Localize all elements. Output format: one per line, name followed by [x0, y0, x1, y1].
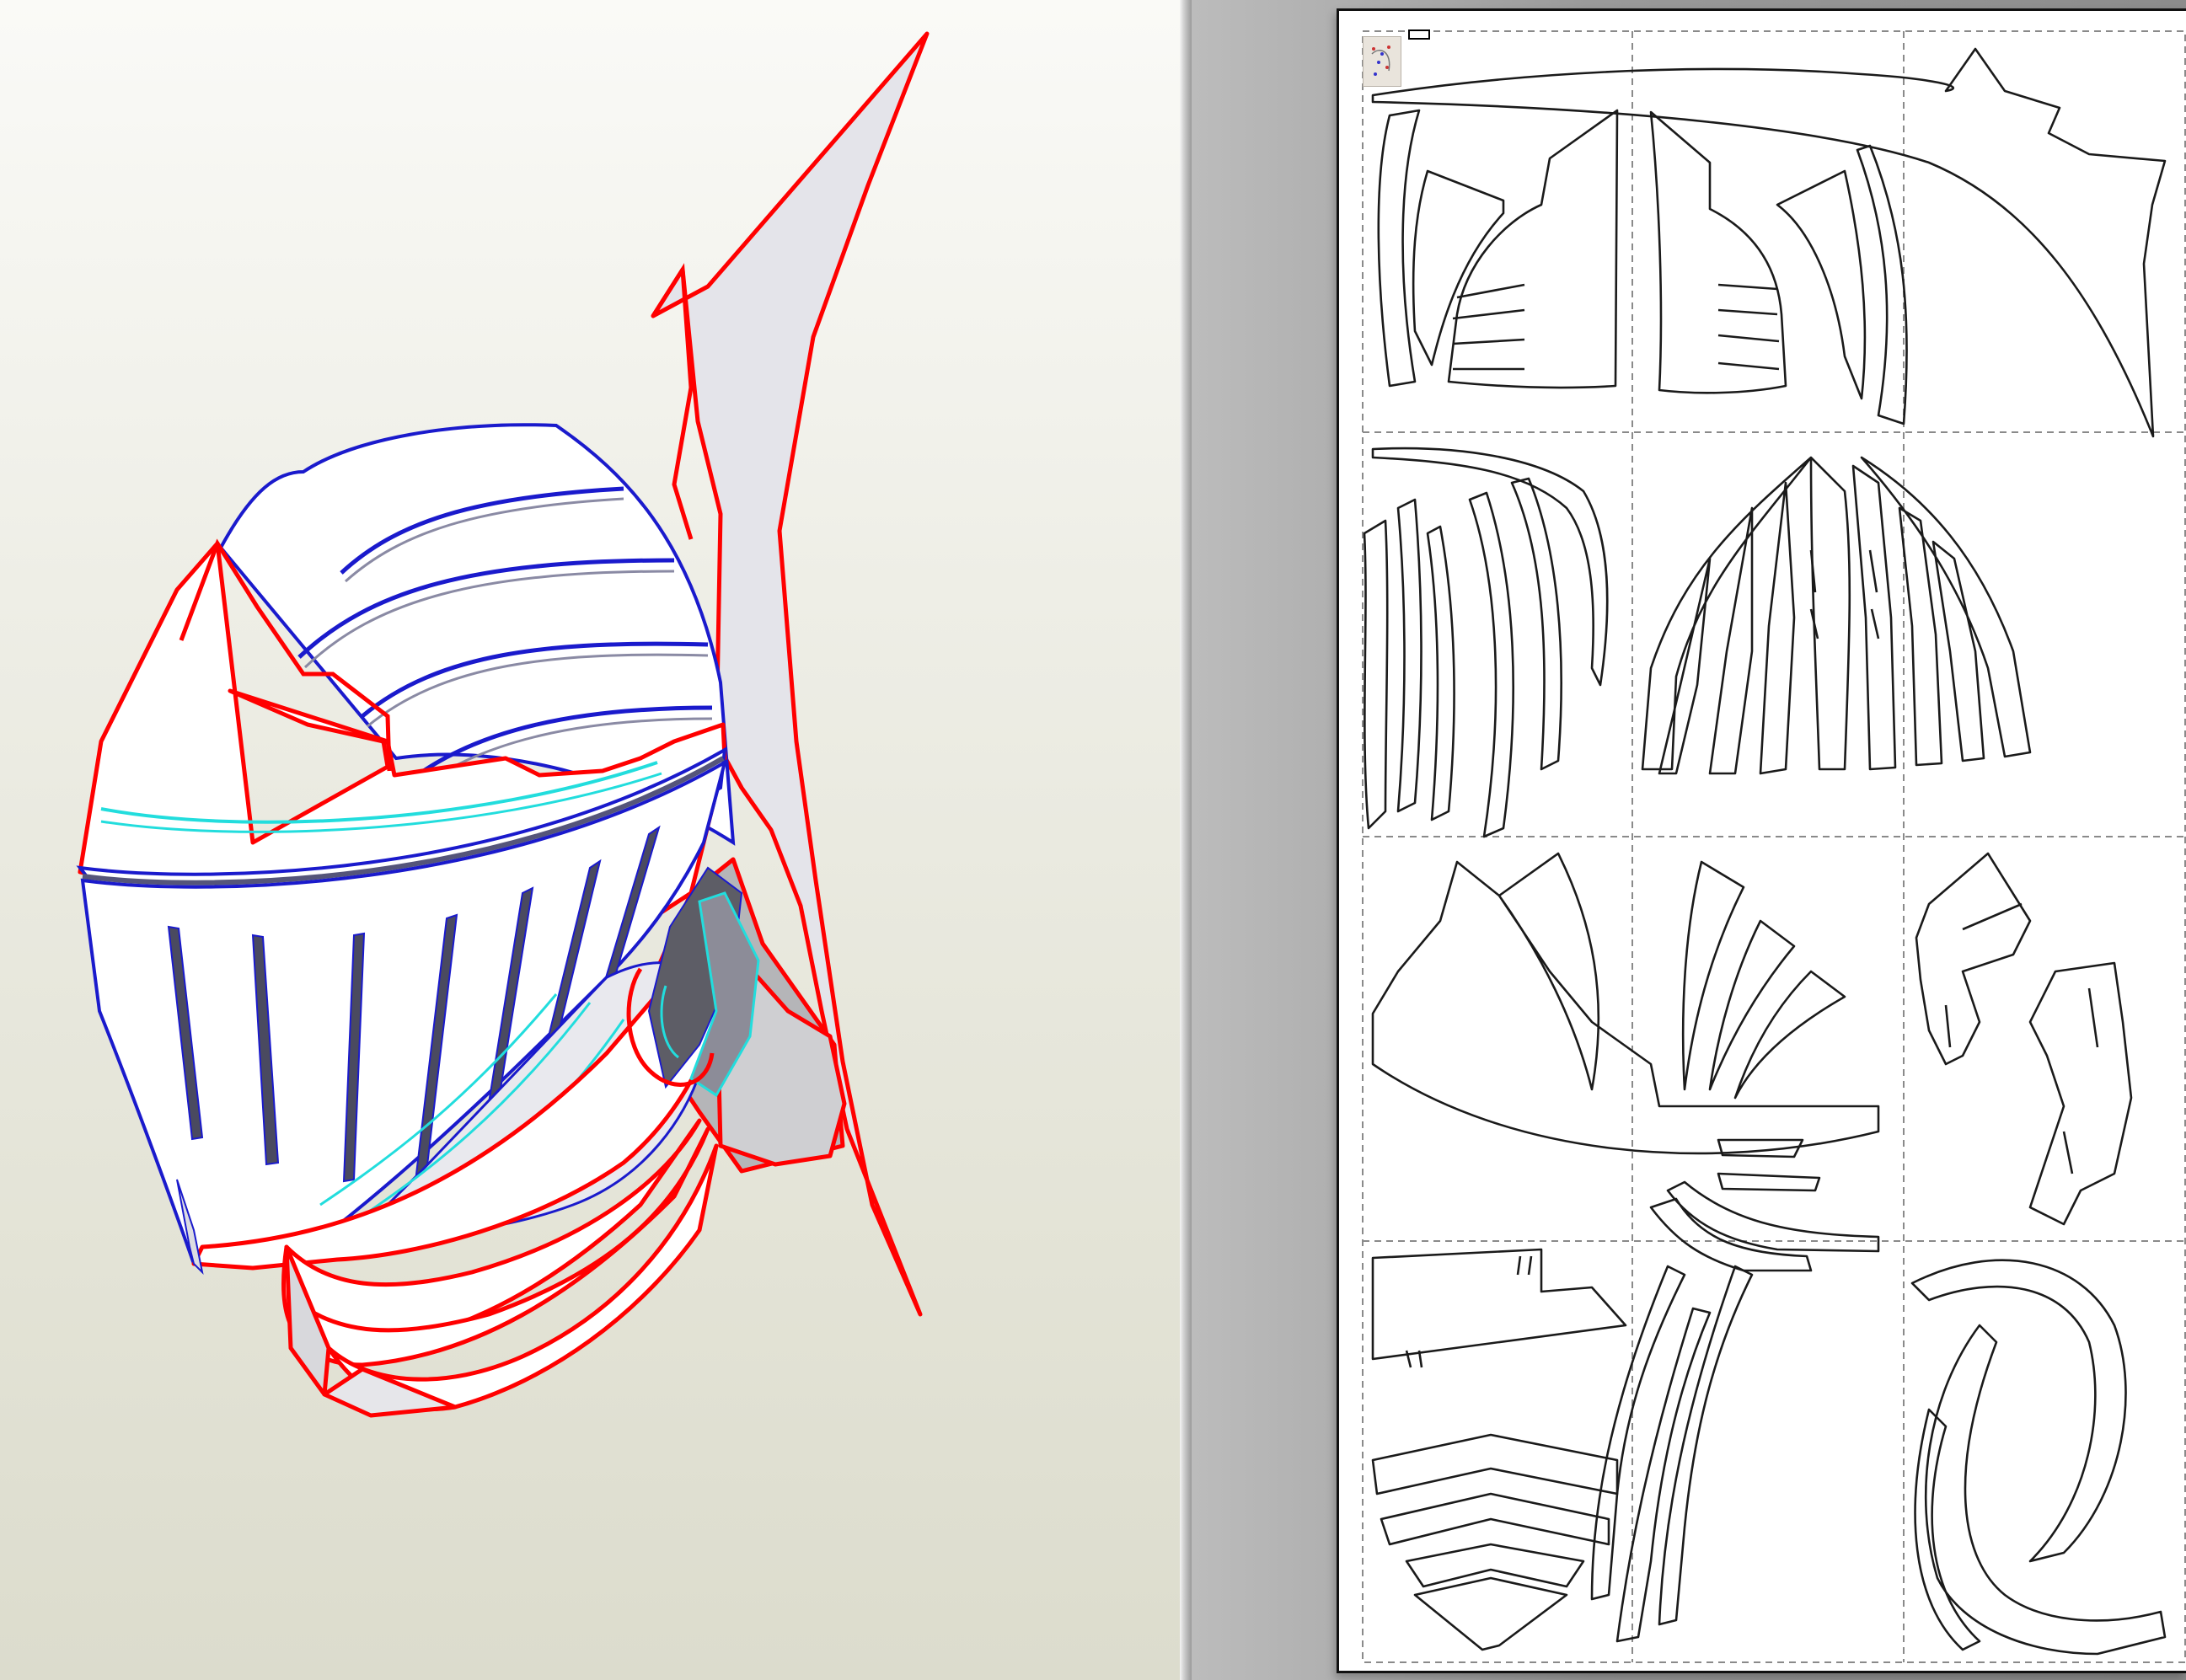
piece-crest-strips — [1363, 447, 1609, 838]
pattern-2d-view[interactable] — [1192, 0, 2186, 1680]
piece-neck-curl — [1910, 1259, 2167, 1656]
model-3d-view[interactable] — [0, 0, 1180, 1680]
piece-dome-right — [1776, 144, 1908, 425]
helmet-fin-cut-line — [651, 263, 694, 540]
piece-dome-center-right — [1649, 110, 1787, 394]
print-page[interactable] — [1337, 8, 2186, 1673]
page-label-icon[interactable] — [1408, 29, 1430, 40]
piece-cheek-strips — [1590, 1265, 1754, 1643]
helmet-3d-model[interactable] — [0, 0, 1180, 1680]
pepakura-window — [0, 0, 2186, 1680]
view-splitter[interactable] — [1180, 0, 1192, 1680]
piece-hinge-left — [1915, 852, 2032, 1066]
unfolded-pieces[interactable] — [1339, 11, 2186, 1676]
texture-thumbnail-icon[interactable] — [1363, 36, 1401, 87]
piece-neck-plate-top — [1371, 1248, 1627, 1361]
piece-neck-plate-slits — [1405, 1255, 1533, 1368]
piece-jaw-strips — [1649, 1138, 1880, 1272]
piece-visor-fan-left — [1641, 456, 1851, 775]
piece-hinge-right — [2028, 961, 2133, 1226]
piece-visor-fan-right — [1851, 456, 2032, 771]
piece-dome-slits-right — [1717, 283, 1780, 371]
piece-hinge-slits — [1944, 902, 2099, 1174]
piece-faceplate-fan — [1371, 852, 1880, 1155]
piece-dome-left — [1377, 109, 1505, 388]
piece-chin-stack — [1371, 1433, 1619, 1651]
piece-dome-slits-left — [1452, 283, 1525, 371]
piece-visor-fan-slits — [1809, 549, 1880, 639]
piece-dome-center-left — [1447, 109, 1619, 389]
